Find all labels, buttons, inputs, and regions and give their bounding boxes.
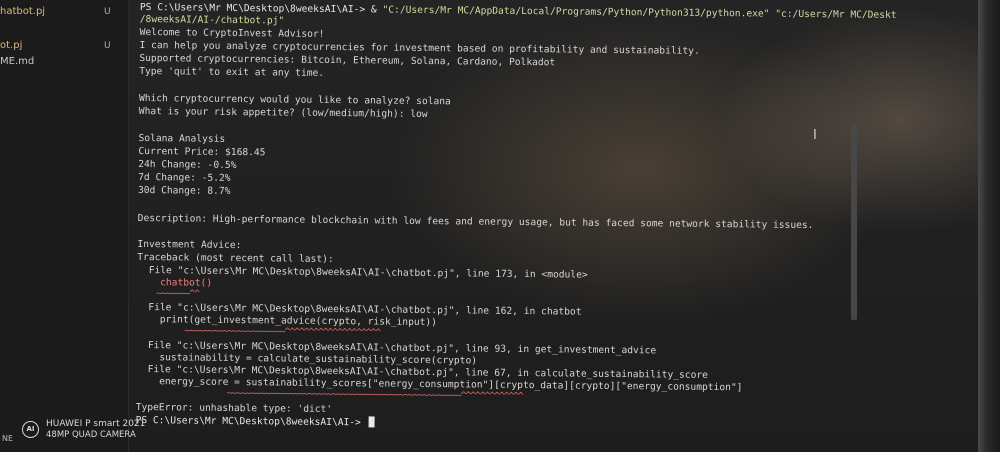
change-24h-line: 24h Change: -0.5% [138, 158, 237, 172]
welcome-line: Welcome to CryptoInvest Advisor! [139, 26, 325, 40]
terminal-prompt[interactable]: PS C:\Users\Mr MC\Desktop\8weeksAI\AI-> [136, 414, 375, 430]
call-operator: & [370, 4, 383, 16]
terminal-output[interactable]: PS C:\Users\Mr MC\Desktop\8weeksAI\AI-> … [135, 0, 897, 452]
terminal-screen: hatbot.pj U ot.pj U ME.md NE PS C:\Users… [0, 0, 978, 452]
terminal-scrollbar[interactable] [851, 125, 857, 320]
sidebar-file-label: ot.pj [0, 40, 23, 51]
camera-spec: 48MP QUAD CAMERA [46, 430, 136, 440]
untracked-badge: U [104, 7, 111, 17]
analysis-title: Solana Analysis [138, 132, 226, 145]
current-price-line: Current Price: $168.45 [138, 145, 266, 159]
change-7d-line: 7d Change: -5.2% [138, 171, 231, 184]
sidebar-file-readme[interactable]: ME.md [0, 54, 128, 70]
sidebar-file-chatbot[interactable]: hatbot.pj U [0, 4, 128, 20]
command-path: "C:/Users/Mr MC/AppData/Local/Programs/P… [382, 4, 897, 21]
advice-heading: Investment Advice: [137, 238, 242, 252]
error-squiggle: ~~~~~~~^^ [136, 287, 200, 300]
terminal-cursor [368, 416, 375, 428]
text-cursor-icon: I [813, 128, 817, 143]
risk-question-line: What is your risk appetite? (low/medium/… [138, 105, 428, 121]
prompt: PS C:\Users\Mr MC\Desktop\8weeksAI\AI-> [135, 414, 367, 429]
untracked-badge: U [104, 41, 111, 51]
quit-hint-line: Type 'quit' to exit at any time. [139, 65, 325, 79]
traceback-heading: Traceback (most recent call last): [137, 251, 334, 266]
ai-logo-icon: AI [22, 421, 39, 438]
sidebar-file-label: hatbot.pj [0, 6, 46, 17]
sidebar-file-bot[interactable]: ot.pj U [0, 38, 128, 54]
file-explorer-sidebar: hatbot.pj U ot.pj U ME.md NE [0, 0, 129, 452]
error-squiggle: ~~~~~~~~~~~~~~~~~~~~~^^^^^^^^^^^^^^^^^^^… [136, 324, 381, 339]
sidebar-file-label: ME.md [0, 56, 35, 67]
laptop-bezel [978, 0, 1000, 452]
description-line: Description: High-performance blockchain… [137, 212, 814, 232]
camera-model: HUAWEI P smart 2021 [46, 419, 146, 429]
sidebar-bottom-label: NE [2, 434, 14, 443]
command-path-wrap: /8weeksAI/AI-/chatbot.pj" [139, 13, 285, 27]
change-30d-line: 30d Change: 8.7% [137, 184, 231, 197]
